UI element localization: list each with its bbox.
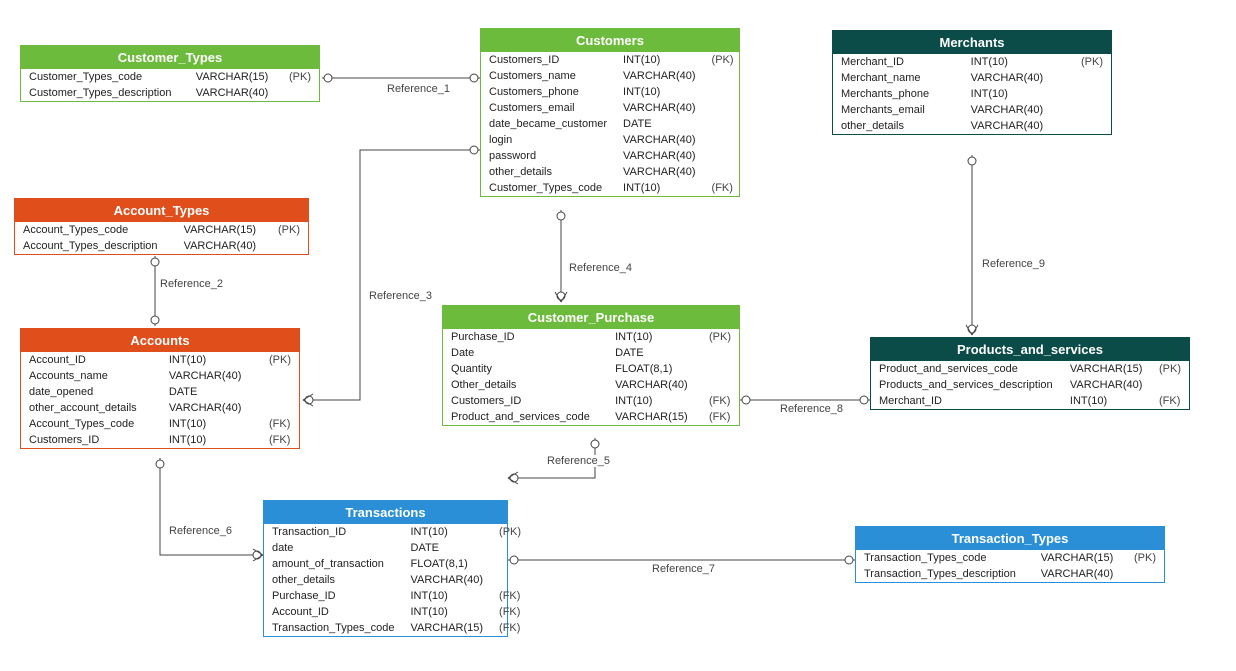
table-row: other_detailsVARCHAR(40) [264,572,529,588]
reference-label-6: Reference_6 [167,525,234,537]
table-row: Transaction_Types_codeVARCHAR(15)(PK) [856,550,1164,566]
fields: Merchant_IDINT(10)(PK) Merchant_nameVARC… [833,54,1111,134]
entity-title: Transactions [264,501,507,524]
table-row: Customers_IDINT(10)(FK) [21,432,299,448]
table-row: Transaction_Types_descriptionVARCHAR(40) [856,566,1164,582]
table-row: Account_Types_descriptionVARCHAR(40) [15,238,308,254]
table-row: Transaction_Types_codeVARCHAR(15)(FK) [264,620,529,636]
fields: Account_Types_codeVARCHAR(15)(PK) Accoun… [15,222,308,254]
table-row: Customer_Types_codeVARCHAR(15)(PK) [21,69,319,85]
table-row: Account_IDINT(10)(FK) [264,604,529,620]
entity-transaction-types[interactable]: Transaction_Types Transaction_Types_code… [855,526,1165,583]
entity-customers[interactable]: Customers Customers_IDINT(10)(PK) Custom… [480,28,740,197]
entity-title: Accounts [21,329,299,352]
table-row: amount_of_transactionFLOAT(8,1) [264,556,529,572]
table-row: dateDATE [264,540,529,556]
table-row: Transaction_IDINT(10)(PK) [264,524,529,540]
table-row: QuantityFLOAT(8,1) [443,361,739,377]
fields: Customer_Types_codeVARCHAR(15)(PK) Custo… [21,69,319,101]
table-row: Accounts_nameVARCHAR(40) [21,368,299,384]
table-row: Customer_Types_codeINT(10)(FK) [481,180,742,196]
table-row: Merchant_IDINT(10)(FK) [871,393,1189,409]
entity-customer-purchase[interactable]: Customer_Purchase Purchase_IDINT(10)(PK)… [442,305,740,426]
entity-title: Transaction_Types [856,527,1164,550]
table-row: Account_IDINT(10)(PK) [21,352,299,368]
table-row: other_account_detailsVARCHAR(40) [21,400,299,416]
reference-label-7: Reference_7 [650,563,717,575]
fields: Transaction_Types_codeVARCHAR(15)(PK) Tr… [856,550,1164,582]
table-row: Customers_phoneINT(10) [481,84,742,100]
table-row: Merchants_emailVARCHAR(40) [833,102,1111,118]
erd-canvas: Reference_1 Reference_2 Reference_3 Refe… [0,0,1236,671]
entity-transactions[interactable]: Transactions Transaction_IDINT(10)(PK) d… [263,500,508,637]
fields: Customers_IDINT(10)(PK) Customers_nameVA… [481,52,742,196]
table-row: date_openedDATE [21,384,299,400]
table-row: Purchase_IDINT(10)(FK) [264,588,529,604]
table-row: Other_detailsVARCHAR(40) [443,377,739,393]
fields: Product_and_services_codeVARCHAR(15)(PK)… [871,361,1189,409]
table-row: other_detailsVARCHAR(40) [481,164,742,180]
table-row: other_detailsVARCHAR(40) [833,118,1111,134]
reference-label-8: Reference_8 [778,403,845,415]
reference-label-4: Reference_4 [567,262,634,274]
table-row: Purchase_IDINT(10)(PK) [443,329,739,345]
entity-title: Account_Types [15,199,308,222]
fields: Transaction_IDINT(10)(PK) dateDATE amoun… [264,524,529,636]
entity-title: Customer_Types [21,46,319,69]
table-row: Customers_nameVARCHAR(40) [481,68,742,84]
table-row: Merchant_IDINT(10)(PK) [833,54,1111,70]
reference-label-9: Reference_9 [980,258,1047,270]
table-row: Merchants_phoneINT(10) [833,86,1111,102]
entity-customer-types[interactable]: Customer_Types Customer_Types_codeVARCHA… [20,45,320,102]
fields: Purchase_IDINT(10)(PK) DateDATE Quantity… [443,329,739,425]
entity-title: Customers [481,29,739,52]
reference-label-1: Reference_1 [385,83,452,95]
table-row: DateDATE [443,345,739,361]
table-row: Products_and_services_descriptionVARCHAR… [871,377,1189,393]
entity-title: Products_and_services [871,338,1189,361]
entity-title: Merchants [833,31,1111,54]
entity-merchants[interactable]: Merchants Merchant_IDINT(10)(PK) Merchan… [832,30,1112,135]
entity-account-types[interactable]: Account_Types Account_Types_codeVARCHAR(… [14,198,309,255]
reference-label-5: Reference_5 [545,455,612,467]
table-row: Customers_IDINT(10)(FK) [443,393,739,409]
table-row: Customers_IDINT(10)(PK) [481,52,742,68]
table-row: Merchant_nameVARCHAR(40) [833,70,1111,86]
fields: Account_IDINT(10)(PK) Accounts_nameVARCH… [21,352,299,448]
reference-label-3: Reference_3 [367,290,434,302]
reference-label-2: Reference_2 [158,278,225,290]
table-row: Customers_emailVARCHAR(40) [481,100,742,116]
entity-accounts[interactable]: Accounts Account_IDINT(10)(PK) Accounts_… [20,328,300,449]
table-row: date_became_customerDATE [481,116,742,132]
table-row: Account_Types_codeVARCHAR(15)(PK) [15,222,308,238]
table-row: Account_Types_codeINT(10)(FK) [21,416,299,432]
entity-title: Customer_Purchase [443,306,739,329]
table-row: Customer_Types_descriptionVARCHAR(40) [21,85,319,101]
table-row: Product_and_services_codeVARCHAR(15)(FK) [443,409,739,425]
table-row: Product_and_services_codeVARCHAR(15)(PK) [871,361,1189,377]
entity-products-and-services[interactable]: Products_and_services Product_and_servic… [870,337,1190,410]
table-row: passwordVARCHAR(40) [481,148,742,164]
table-row: loginVARCHAR(40) [481,132,742,148]
